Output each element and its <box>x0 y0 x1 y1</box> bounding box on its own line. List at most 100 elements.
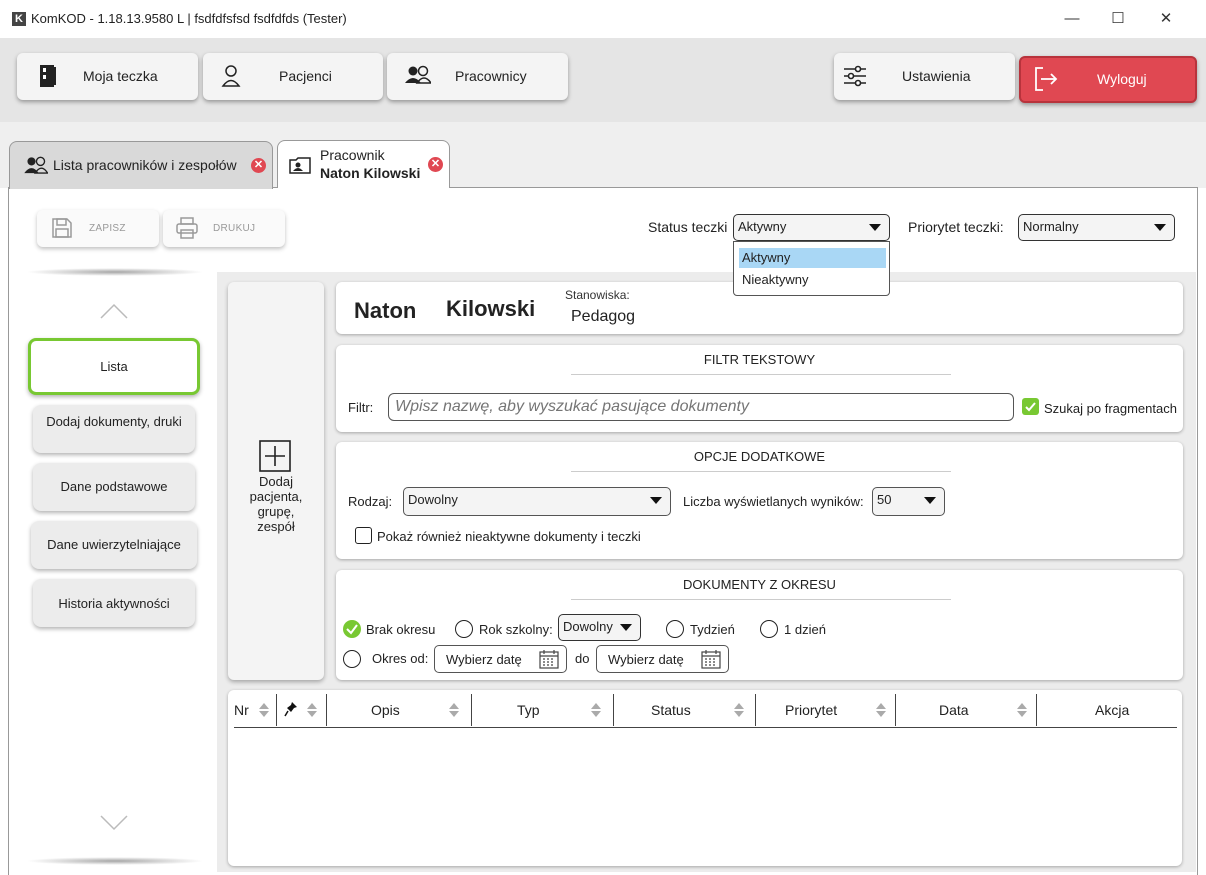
folder-priority-label: Priorytet teczki: <box>908 219 1004 235</box>
week-label: Tydzień <box>690 622 735 637</box>
add-patient-group-team-button[interactable]: Dodaj pacjenta, grupę, zespół <box>228 282 324 680</box>
one-day-label: 1 dzień <box>784 622 826 637</box>
folder-status-label: Status teczki <box>648 219 728 235</box>
print-button[interactable]: DRUKUJ <box>163 210 285 247</box>
folder-priority-select[interactable]: Normalny <box>1018 214 1175 241</box>
tab-employee-list-label: Lista pracowników i zespołów <box>53 157 237 173</box>
filter-label: Filtr: <box>348 400 374 415</box>
to-label: do <box>575 651 590 666</box>
folder-status-dropdown-list: Aktywny Nieaktywny <box>733 241 890 296</box>
fragments-label: Szukaj po fragmentach <box>1044 401 1177 416</box>
no-period-label: Brak okresu <box>366 622 436 637</box>
sort-icon[interactable] <box>258 701 270 719</box>
radio-school-year[interactable] <box>455 620 473 638</box>
calendar-icon <box>701 649 721 669</box>
date-from-picker[interactable]: Wybierz datę <box>434 645 567 673</box>
logout-label: Wyloguj <box>1097 71 1147 87</box>
column-header-action[interactable]: Akcja <box>1095 702 1129 718</box>
radio-period-from[interactable] <box>343 650 361 668</box>
employees-label: Pracownicy <box>455 68 527 84</box>
save-button[interactable]: ZAPISZ <box>37 210 159 247</box>
folder-priority-value: Normalny <box>1023 219 1079 234</box>
school-year-select[interactable]: Dowolny <box>558 614 641 641</box>
radio-one-day[interactable] <box>760 620 778 638</box>
calendar-icon <box>539 649 559 669</box>
period-panel: DOKUMENTY Z OKRESU Brak okresu Rok szkol… <box>336 570 1183 680</box>
settings-label: Ustawienia <box>902 68 971 84</box>
sidebar-item-auth-data[interactable]: Dane uwierzytelniające <box>31 521 197 569</box>
documents-table: Nr Opis Typ Status Priorytet Data Akcja <box>228 690 1182 866</box>
tab-employee-list[interactable]: Lista pracowników i zespołów ✕ <box>9 141 273 189</box>
chevron-down-icon <box>869 224 881 231</box>
sidebar-item-label: Lista <box>100 359 128 374</box>
sort-icon[interactable] <box>1016 701 1028 719</box>
column-header-description[interactable]: Opis <box>371 702 400 718</box>
person-icon <box>221 63 247 89</box>
logout-arrow-icon <box>1033 66 1059 92</box>
fragments-checkbox[interactable] <box>1022 398 1039 415</box>
employees-button[interactable]: Pracownicy <box>387 53 568 100</box>
logout-button[interactable]: Wyloguj <box>1019 56 1197 103</box>
folder-book-icon <box>35 63 61 89</box>
chevron-down-icon <box>620 624 632 631</box>
column-header-date[interactable]: Data <box>939 702 969 718</box>
sidebar-item-label: Dodaj dokumenty, druki <box>46 414 182 429</box>
window-title-bar: K KomKOD - 1.18.13.9580 L | fsdfdfsfsd f… <box>0 0 1206 38</box>
chevron-down-icon <box>650 497 662 504</box>
my-folder-button[interactable]: Moja teczka <box>17 53 198 100</box>
print-label: DRUKUJ <box>213 223 256 234</box>
top-navigation: Moja teczka Pacjenci Pracownicy Ustawien… <box>0 38 1206 122</box>
plus-square-icon <box>259 440 291 472</box>
id-card-icon <box>288 155 312 175</box>
my-folder-label: Moja teczka <box>83 68 158 84</box>
chevron-down-icon <box>1154 224 1166 231</box>
radio-week[interactable] <box>666 620 684 638</box>
column-header-priority[interactable]: Priorytet <box>785 702 837 718</box>
date-to-picker[interactable]: Wybierz datę <box>596 645 729 673</box>
chevron-down-icon <box>924 497 936 504</box>
folder-status-value: Aktywny <box>738 219 787 234</box>
type-label: Rodzaj: <box>348 494 393 509</box>
sort-icon[interactable] <box>448 701 460 719</box>
sort-icon[interactable] <box>875 701 887 719</box>
maximize-button[interactable]: ☐ <box>1098 6 1138 32</box>
radio-no-period[interactable] <box>343 620 361 638</box>
position-value: Pedagog <box>571 308 636 325</box>
close-tab-icon[interactable]: ✕ <box>428 157 443 172</box>
sort-icon[interactable] <box>590 701 602 719</box>
sort-icon[interactable] <box>306 701 318 719</box>
panel-title: DOKUMENTY Z OKRESU <box>683 577 836 592</box>
minimize-button[interactable]: — <box>1052 6 1092 32</box>
sort-icon[interactable] <box>733 701 745 719</box>
results-count-select[interactable]: 50 <box>872 487 945 516</box>
status-option-active[interactable]: Aktywny <box>739 248 886 268</box>
sidebar-item-label: Dane podstawowe <box>60 479 168 494</box>
save-label: ZAPISZ <box>89 223 126 234</box>
status-option-inactive[interactable]: Nieaktywny <box>739 270 886 290</box>
sidebar-item-activity-history[interactable]: Historia aktywności <box>33 579 195 627</box>
column-header-type[interactable]: Typ <box>517 702 540 718</box>
column-header-status[interactable]: Status <box>651 702 691 718</box>
close-tab-icon[interactable]: ✕ <box>251 158 266 173</box>
scroll-down-chevron-icon[interactable] <box>100 815 128 831</box>
tab-employee[interactable]: Pracownik Naton Kilowski ✕ <box>277 140 450 188</box>
date-to-text: Wybierz datę <box>608 652 684 667</box>
sidebar-item-list[interactable]: Lista <box>28 338 200 395</box>
scroll-up-chevron-icon[interactable] <box>100 303 128 319</box>
show-inactive-checkbox[interactable] <box>355 527 372 544</box>
column-header-nr[interactable]: Nr <box>234 702 249 718</box>
pin-icon[interactable] <box>284 701 298 717</box>
sidebar-item-basic-data[interactable]: Dane podstawowe <box>33 463 195 511</box>
show-inactive-label: Pokaż również nieaktywne dokumenty i tec… <box>377 529 641 544</box>
period-from-label: Okres od: <box>372 651 429 666</box>
patients-button[interactable]: Pacjenci <box>203 53 383 100</box>
sliders-icon <box>842 63 868 89</box>
filter-input[interactable] <box>388 393 1014 421</box>
type-select[interactable]: Dowolny <box>403 487 671 516</box>
sidebar-item-add-documents[interactable]: Dodaj dokumenty, druki <box>33 405 195 453</box>
people-icon <box>405 63 431 89</box>
folder-status-select[interactable]: Aktywny <box>733 214 890 241</box>
settings-button[interactable]: Ustawienia <box>834 53 1015 100</box>
close-window-button[interactable]: ✕ <box>1146 6 1186 32</box>
employee-last-name: Kilowski <box>446 296 536 321</box>
